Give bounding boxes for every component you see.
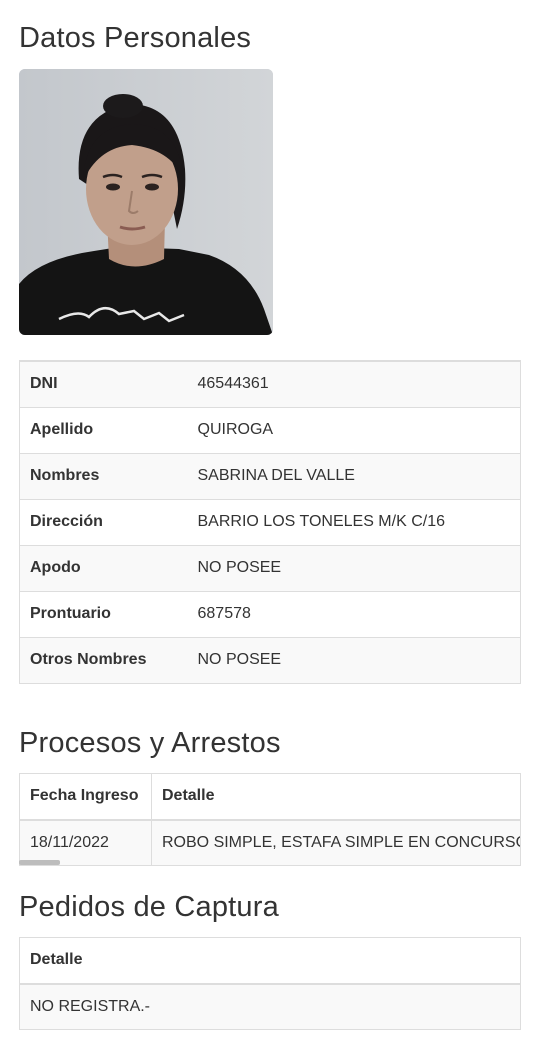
field-value: QUIROGA xyxy=(187,406,521,454)
field-label: Apodo xyxy=(19,544,188,592)
field-value: NO POSEE xyxy=(187,544,521,592)
table-row: Otros Nombres NO POSEE xyxy=(19,636,521,684)
field-label: Otros Nombres xyxy=(19,636,188,684)
table-row: Apellido QUIROGA xyxy=(19,406,521,454)
horizontal-scrollbar[interactable] xyxy=(19,860,60,865)
field-label: Apellido xyxy=(19,406,188,454)
field-value: 687578 xyxy=(187,590,521,638)
pedidos-table: Detalle NO REGISTRA.- xyxy=(19,937,521,1030)
page: Datos Personales DNI 46544361 Apellido Q… xyxy=(0,0,540,1041)
section-title-procesos: Procesos y Arrestos xyxy=(19,727,281,759)
table-row: Dirección BARRIO LOS TONELES M/K C/16 xyxy=(19,498,521,546)
field-label: Nombres xyxy=(19,452,188,500)
table-row: Nombres SABRINA DEL VALLE xyxy=(19,452,521,500)
table-header-row: Detalle xyxy=(19,937,521,985)
header-detalle: Detalle xyxy=(19,937,521,985)
section-title-datos-personales: Datos Personales xyxy=(19,22,252,54)
procesos-table: Fecha Ingreso Detalle 18/11/2022 ROBO SIM… xyxy=(19,773,520,866)
section-title-pedidos: Pedidos de Captura xyxy=(19,891,279,923)
field-value: NO POSEE xyxy=(187,636,521,684)
cell-detalle: NO REGISTRA.- xyxy=(19,983,521,1030)
field-value: SABRINA DEL VALLE xyxy=(187,452,521,500)
field-value: 46544361 xyxy=(187,360,521,408)
header-detalle: Detalle xyxy=(151,773,520,821)
personal-data-table: DNI 46544361 Apellido QUIROGA Nombres SABRINA… xyxy=(19,360,521,684)
procesos-table-scroll-container[interactable]: Fecha Ingreso Detalle 18/11/2022 ROBO SIM… xyxy=(19,773,521,866)
table-row: Prontuario 687578 xyxy=(19,590,521,638)
cell-fecha-ingreso: 18/11/2022 xyxy=(19,819,152,866)
header-fecha-ingreso: Fecha Ingreso xyxy=(19,773,152,821)
table-row: Apodo NO POSEE xyxy=(19,544,521,592)
table-row: NO REGISTRA.- xyxy=(19,983,521,1030)
field-label: DNI xyxy=(19,360,188,408)
table-row: DNI 46544361 xyxy=(19,360,521,408)
field-label: Prontuario xyxy=(19,590,188,638)
field-value: BARRIO LOS TONELES M/K C/16 xyxy=(187,498,521,546)
person-photo xyxy=(19,69,273,335)
table-header-row: Fecha Ingreso Detalle xyxy=(19,773,520,821)
field-label: Dirección xyxy=(19,498,188,546)
cell-detalle: ROBO SIMPLE, ESTAFA SIMPLE EN CONCURSO R… xyxy=(151,819,520,866)
table-row: 18/11/2022 ROBO SIMPLE, ESTAFA SIMPLE EN … xyxy=(19,819,520,866)
